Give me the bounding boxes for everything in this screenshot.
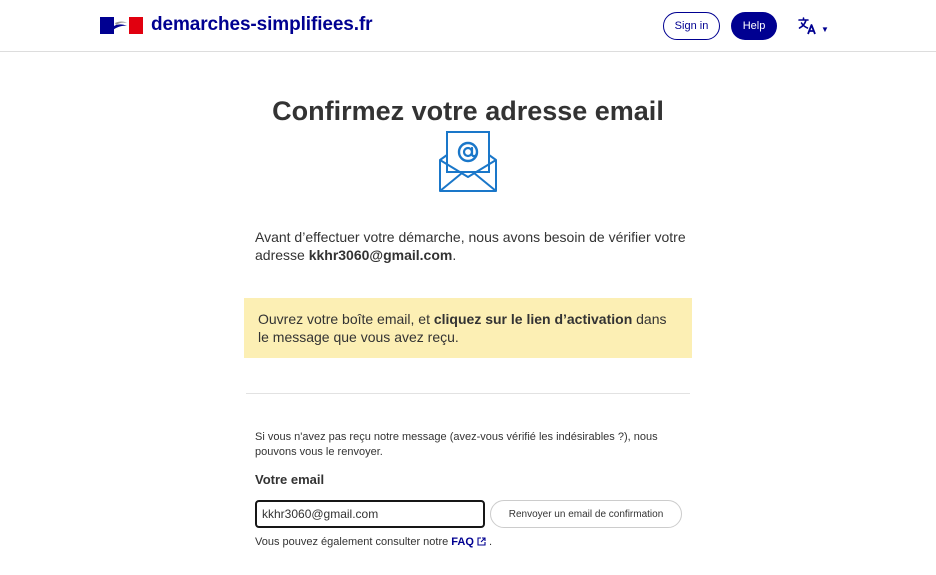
- faq-line: Vous pouvez également consulter notre FA…: [255, 536, 492, 548]
- notice-highlight: cliquez sur le lien d’activation: [433, 311, 633, 327]
- faq-link-label: FAQ: [451, 536, 474, 548]
- site-header: demarches-simplifiees.fr Sign in Help ▼: [0, 0, 936, 52]
- faq-text-end: .: [485, 536, 493, 548]
- external-link-icon: [477, 537, 486, 546]
- email-label: Votre email: [255, 472, 325, 487]
- faq-text-start: Vous pouvez également consulter notre: [255, 536, 452, 548]
- email-field[interactable]: [255, 500, 485, 528]
- envelope-at-icon: [439, 131, 497, 192]
- translate-icon: [798, 17, 816, 35]
- chevron-down-icon: ▼: [821, 24, 829, 34]
- faq-link[interactable]: FAQ: [451, 536, 486, 548]
- home-link[interactable]: demarches-simplifiees.fr: [100, 14, 373, 36]
- resend-explanation: Si vous n'avez pas reçu notre message (a…: [255, 431, 658, 458]
- page-title: Confirmez votre adresse email: [272, 96, 664, 126]
- language-selector[interactable]: ▼: [798, 15, 830, 37]
- intro-text-end: .: [452, 247, 457, 263]
- sign-in-button[interactable]: Sign in: [663, 12, 720, 40]
- notice-text-start: Ouvrez votre boîte email, et: [258, 311, 434, 327]
- site-name: demarches-simplifiees.fr: [151, 14, 373, 35]
- marianne-logo-icon: [100, 16, 143, 34]
- section-divider: [246, 393, 690, 394]
- help-button[interactable]: Help: [731, 12, 777, 40]
- resend-confirmation-button[interactable]: Renvoyer un email de confirmation: [490, 500, 682, 528]
- activation-notice: Ouvrez votre boîte email, et cliquez sur…: [244, 298, 692, 358]
- user-email: kkhr3060@gmail.com: [308, 247, 453, 263]
- intro-text: Avant d’effectuer votre démarche, nous a…: [255, 228, 695, 264]
